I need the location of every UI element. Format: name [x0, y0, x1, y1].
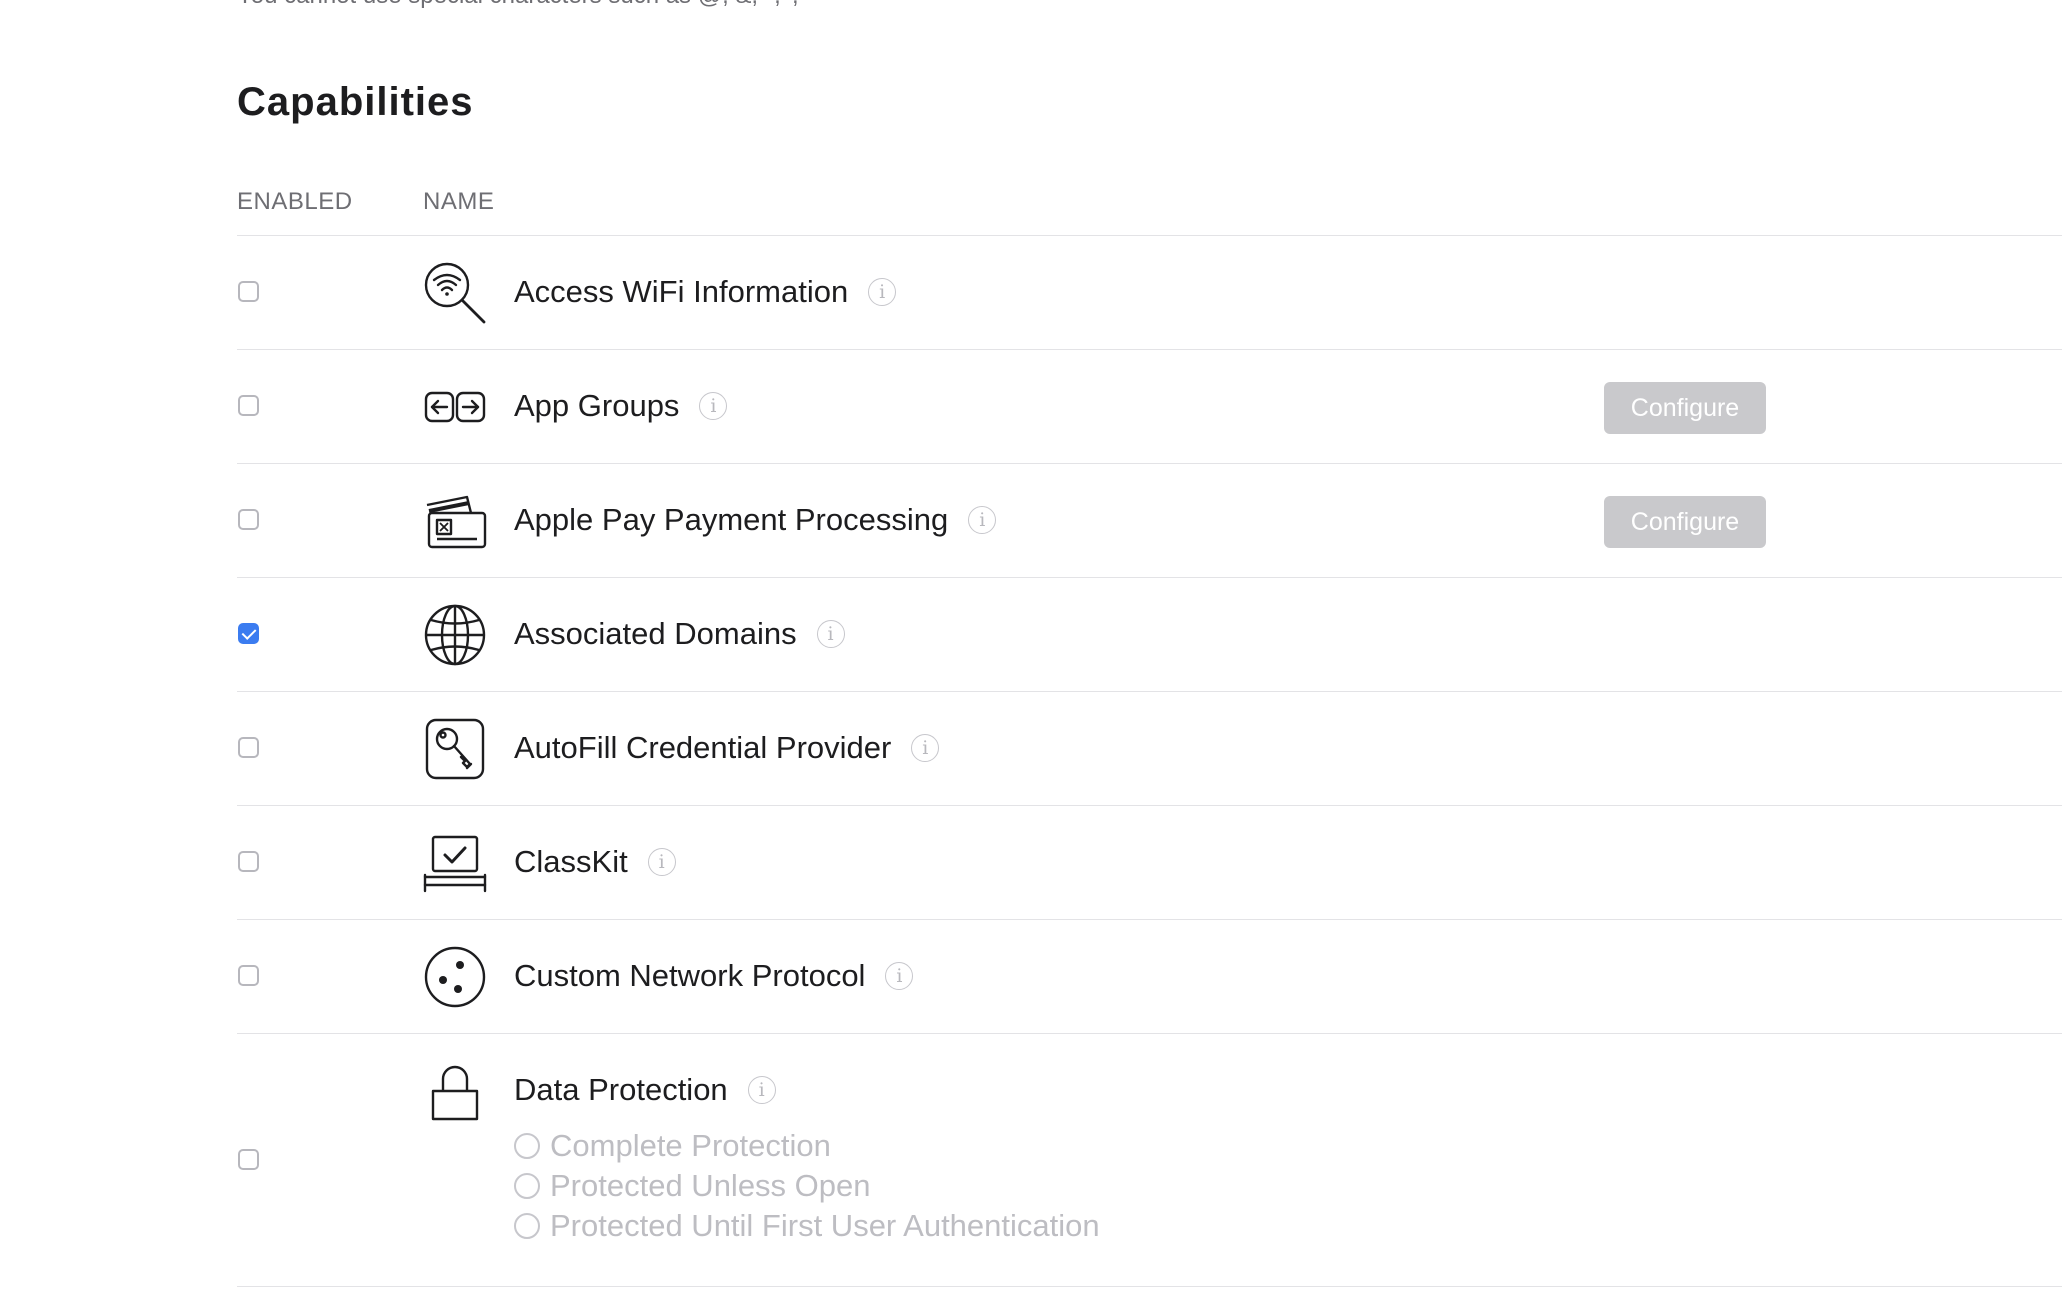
radio-label: Protected Until First User Authenticatio… — [550, 1208, 1100, 1243]
capability-row-app-groups: App Groups i Configure — [237, 350, 2062, 464]
enable-checkbox[interactable] — [238, 623, 259, 644]
radio-label: Complete Protection — [550, 1128, 831, 1163]
info-icon[interactable]: i — [816, 620, 845, 648]
capability-name: Apple Pay Payment Processing — [514, 502, 949, 537]
enable-checkbox[interactable] — [238, 281, 259, 302]
radio-button[interactable] — [514, 1133, 540, 1159]
enable-checkbox[interactable] — [238, 737, 259, 758]
column-header-enabled[interactable]: ENABLED — [237, 188, 353, 216]
capability-name: Associated Domains — [514, 616, 797, 651]
table-header: ENABLED NAME — [237, 172, 2062, 236]
enable-checkbox[interactable] — [238, 851, 259, 872]
network-dots-icon — [423, 945, 487, 1009]
capability-row-custom-network-protocol: Custom Network Protocol i — [237, 920, 2062, 1034]
info-icon[interactable]: i — [968, 506, 997, 534]
capabilities-page: You cannot use special characters such a… — [0, 0, 2062, 1308]
configure-button[interactable]: Configure — [1604, 382, 1766, 434]
info-icon[interactable]: i — [911, 734, 940, 762]
radio-label: Protected Unless Open — [550, 1168, 871, 1203]
capability-row-classkit: ClassKit i — [237, 806, 2062, 920]
capability-name: Custom Network Protocol — [514, 958, 866, 993]
classkit-icon — [423, 831, 487, 895]
radio-button[interactable] — [514, 1213, 540, 1239]
lock-icon — [423, 1059, 487, 1123]
capabilities-table: ENABLED NAME Access WiFi Information i A… — [237, 172, 2062, 1287]
radio-button[interactable] — [514, 1173, 540, 1199]
capability-row-access-wifi: Access WiFi Information i — [237, 236, 2062, 350]
capability-row-autofill: AutoFill Credential Provider i — [237, 692, 2062, 806]
radio-option-protected-unless-open[interactable]: Protected Unless Open — [514, 1166, 1100, 1206]
capability-row-apple-pay: Apple Pay Payment Processing i Configure — [237, 464, 2062, 578]
enable-checkbox[interactable] — [238, 395, 259, 416]
radio-option-complete-protection[interactable]: Complete Protection — [514, 1126, 1100, 1166]
capability-name: App Groups — [514, 388, 680, 423]
app-groups-icon — [423, 375, 487, 439]
globe-icon — [423, 603, 487, 667]
enable-checkbox[interactable] — [238, 1149, 259, 1170]
enable-checkbox[interactable] — [238, 509, 259, 530]
capability-row-data-protection: Data Protection i Complete Protection Pr… — [237, 1034, 2062, 1287]
capability-name: Data Protection — [514, 1072, 728, 1107]
radio-option-protected-until-first-auth[interactable]: Protected Until First User Authenticatio… — [514, 1206, 1100, 1246]
info-icon[interactable]: i — [885, 962, 914, 990]
info-icon[interactable]: i — [699, 392, 728, 420]
data-protection-options: Complete Protection Protected Unless Ope… — [514, 1126, 1100, 1246]
capability-name: AutoFill Credential Provider — [514, 730, 892, 765]
capability-name: Access WiFi Information — [514, 274, 849, 309]
configure-button[interactable]: Configure — [1604, 496, 1766, 548]
wifi-magnifier-icon — [423, 261, 487, 325]
info-icon[interactable]: i — [747, 1076, 776, 1104]
section-title: Capabilities — [237, 80, 474, 124]
key-icon — [423, 717, 487, 781]
info-icon[interactable]: i — [647, 848, 676, 876]
capability-name: ClassKit — [514, 844, 628, 879]
enable-checkbox[interactable] — [238, 965, 259, 986]
info-icon[interactable]: i — [868, 278, 897, 306]
capability-row-associated-domains: Associated Domains i — [237, 578, 2062, 692]
payment-cards-icon — [423, 489, 487, 553]
identifier-hint: You cannot use special characters such a… — [237, 0, 814, 10]
column-header-name[interactable]: NAME — [423, 188, 494, 216]
